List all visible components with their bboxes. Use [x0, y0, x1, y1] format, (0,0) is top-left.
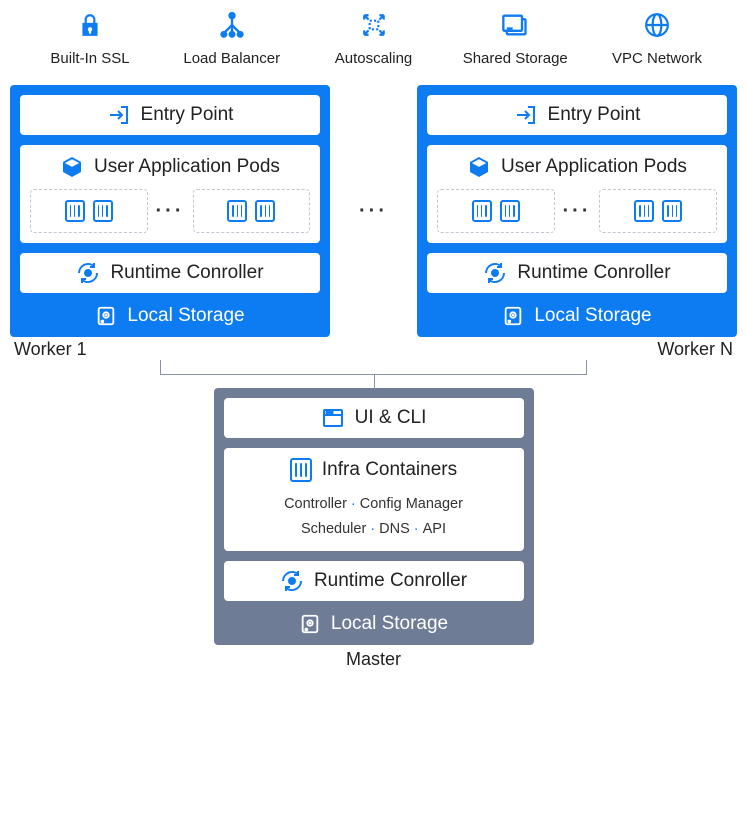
- infra-list: Controller·Config Manager Scheduler·DNS·…: [234, 492, 514, 541]
- feature-label: Load Balancer: [183, 50, 280, 67]
- worker-node-n: Entry Point User Application Pods ···: [417, 85, 737, 337]
- runtime-label: Runtime Conroller: [110, 262, 263, 284]
- autoscaling-icon: [359, 10, 389, 40]
- connectors: [10, 360, 737, 390]
- entry-point-label: Entry Point: [141, 104, 234, 126]
- ellipsis: ···: [154, 200, 187, 223]
- cube-icon: [60, 155, 84, 179]
- container-icon: [500, 200, 520, 222]
- worker-n-label: Worker N: [657, 339, 733, 360]
- master-node: UI & CLI Infra Containers Controller·Con…: [214, 388, 534, 645]
- user-pods-card: User Application Pods ···: [20, 145, 320, 243]
- ellipsis: ···: [561, 200, 594, 223]
- network-icon: [642, 10, 672, 40]
- feature-label: Built-In SSL: [50, 50, 129, 67]
- feature-loadbalancer: Load Balancer: [172, 10, 292, 67]
- container-icon: [227, 200, 247, 222]
- disk-icon: [299, 613, 321, 635]
- entry-point-icon: [107, 103, 131, 127]
- load-balancer-icon: [217, 10, 247, 40]
- container-icon: [662, 200, 682, 222]
- pod-box: [437, 189, 555, 233]
- entry-point-card: Entry Point: [20, 95, 320, 135]
- container-icon: [290, 458, 312, 482]
- pods-row: ···: [30, 189, 310, 233]
- user-pods-label: User Application Pods: [94, 156, 280, 178]
- feature-label: Shared Storage: [463, 50, 568, 67]
- gear-cycle-icon: [483, 261, 507, 285]
- cube-icon: [467, 155, 491, 179]
- local-storage-label: Local Storage: [427, 303, 727, 327]
- infra-title: Infra Containers: [322, 459, 457, 481]
- runtime-card: Runtime Conroller: [20, 253, 320, 293]
- lock-icon: [75, 10, 105, 40]
- local-storage-label: Local Storage: [224, 611, 524, 635]
- feature-storage: Shared Storage: [455, 10, 575, 67]
- worker-labels-row: Worker 1 Worker N: [10, 337, 737, 360]
- master-label: Master: [346, 649, 401, 670]
- pods-row: ···: [437, 189, 717, 233]
- ui-cli-label: UI & CLI: [355, 407, 427, 429]
- container-icon: [93, 200, 113, 222]
- pod-box: [599, 189, 717, 233]
- runtime-label: Runtime Conroller: [517, 262, 670, 284]
- workers-row: Entry Point User Application Pods ···: [10, 85, 737, 337]
- gear-cycle-icon: [76, 261, 100, 285]
- infra-card: Infra Containers Controller·Config Manag…: [224, 448, 524, 551]
- entry-point-label: Entry Point: [548, 104, 641, 126]
- container-icon: [472, 200, 492, 222]
- infra-item: Scheduler: [301, 521, 366, 537]
- window-icon: [321, 406, 345, 430]
- worker-node-1: Entry Point User Application Pods ···: [10, 85, 330, 337]
- pod-box: [30, 189, 148, 233]
- disk-icon: [502, 305, 524, 327]
- entry-point-card: Entry Point: [427, 95, 727, 135]
- user-pods-label: User Application Pods: [501, 156, 687, 178]
- worker-1-label: Worker 1: [14, 339, 87, 360]
- ui-cli-card: UI & CLI: [224, 398, 524, 438]
- feature-row: Built-In SSL Load Balancer Autoscaling S…: [10, 10, 737, 85]
- user-pods-card: User Application Pods ···: [427, 145, 727, 243]
- feature-ssl: Built-In SSL: [30, 10, 150, 67]
- runtime-label: Runtime Conroller: [314, 570, 467, 592]
- workers-ellipsis: ···: [357, 200, 390, 223]
- infra-item: Controller: [284, 496, 347, 512]
- local-storage-label: Local Storage: [20, 303, 320, 327]
- infra-item: Config Manager: [360, 496, 463, 512]
- runtime-card: Runtime Conroller: [224, 561, 524, 601]
- storage-text: Local Storage: [534, 305, 651, 327]
- feature-label: VPC Network: [612, 50, 702, 67]
- feature-vpc: VPC Network: [597, 10, 717, 67]
- infra-item: DNS: [379, 521, 410, 537]
- feature-autoscaling: Autoscaling: [314, 10, 434, 67]
- storage-text: Local Storage: [331, 613, 448, 635]
- shared-storage-icon: [500, 10, 530, 40]
- container-icon: [255, 200, 275, 222]
- entry-point-icon: [514, 103, 538, 127]
- disk-icon: [95, 305, 117, 327]
- master-wrap: UI & CLI Infra Containers Controller·Con…: [10, 388, 737, 670]
- runtime-card: Runtime Conroller: [427, 253, 727, 293]
- storage-text: Local Storage: [127, 305, 244, 327]
- container-icon: [634, 200, 654, 222]
- pod-box: [193, 189, 311, 233]
- infra-item: API: [423, 521, 446, 537]
- feature-label: Autoscaling: [335, 50, 413, 67]
- gear-cycle-icon: [280, 569, 304, 593]
- container-icon: [65, 200, 85, 222]
